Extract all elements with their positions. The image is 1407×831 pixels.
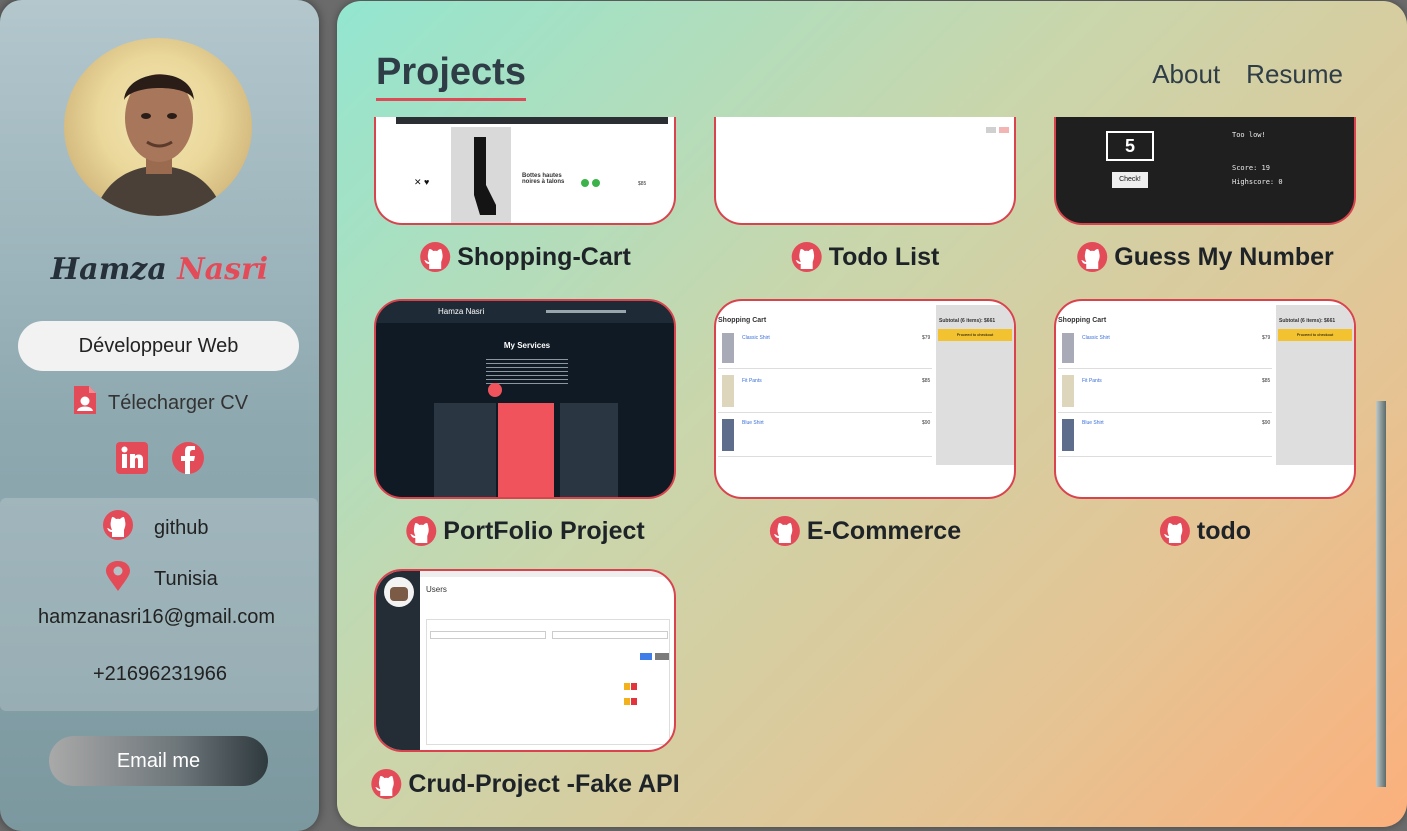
crud-title: Users bbox=[426, 585, 447, 594]
linkedin-icon[interactable] bbox=[114, 440, 150, 481]
email-me-button[interactable]: Email me bbox=[49, 736, 268, 786]
project-card-portfolio[interactable]: Hamza Nasri My Services bbox=[374, 299, 676, 499]
top-nav: About Resume bbox=[1152, 59, 1343, 90]
contact-info: github Tunisia hamzanasri16@gmail.com +2… bbox=[0, 498, 318, 711]
shop-item: Blue Shirt bbox=[1082, 420, 1104, 426]
project-name: Crud-Project -Fake API bbox=[408, 769, 680, 798]
shop-subtotal: Subtotal (6 items): $661 bbox=[1279, 318, 1336, 324]
github-icon bbox=[1077, 242, 1108, 272]
shop-item: Fit Pants bbox=[742, 378, 762, 384]
shop-price: $79 bbox=[922, 335, 931, 341]
guess-score: Score: 19 bbox=[1232, 164, 1270, 172]
project-card-guess-my-number[interactable]: 5 Check! Too low! Score: 19 Highscore: 0 bbox=[1054, 117, 1356, 225]
shop-title: Shopping Cart bbox=[718, 317, 767, 324]
download-cv-label: Télecharger CV bbox=[108, 391, 249, 414]
project-link-todo[interactable]: todo bbox=[1159, 515, 1251, 547]
location-label: Tunisia bbox=[154, 567, 218, 590]
guess-hint: Too low! bbox=[1232, 131, 1266, 139]
avatar bbox=[64, 38, 252, 216]
project-name: todo bbox=[1196, 516, 1252, 545]
shop-price: $85 bbox=[1262, 378, 1271, 384]
portfolio-brand: Hamza Nasri bbox=[438, 307, 485, 316]
role-badge: Développeur Web bbox=[18, 321, 299, 371]
shop-price: $85 bbox=[922, 378, 931, 384]
shop-item: Classic Shirt bbox=[1082, 335, 1110, 341]
project-name: Guess My Number bbox=[1114, 242, 1334, 271]
download-cv-link[interactable]: Télecharger CV bbox=[72, 386, 248, 420]
shop-checkout: Proceed to checkout bbox=[938, 329, 1012, 341]
phone-number: +21696231966 bbox=[93, 663, 228, 685]
project-link-guess-my-number[interactable]: Guess My Number bbox=[1076, 241, 1334, 273]
github-label: github bbox=[154, 516, 209, 539]
github-icon bbox=[791, 242, 822, 272]
project-link-e-commerce[interactable]: E-Commerce bbox=[769, 515, 961, 547]
shop-subtotal: Subtotal (6 items): $661 bbox=[939, 318, 996, 324]
boot-name: Bottes hautes noires à talons bbox=[522, 173, 565, 185]
shop-item: Fit Pants bbox=[1082, 378, 1102, 384]
social-links bbox=[114, 440, 206, 481]
location-row: Tunisia bbox=[104, 560, 218, 598]
project-card-crud[interactable]: Users bbox=[374, 569, 676, 752]
shop-price: $79 bbox=[1262, 335, 1271, 341]
page-title: Projects bbox=[376, 51, 526, 101]
profile-name: Hamza Nasri bbox=[0, 252, 319, 287]
github-icon bbox=[406, 516, 437, 546]
guess-number-display: 5 bbox=[1106, 131, 1154, 161]
shop-price: $90 bbox=[922, 420, 931, 426]
github-icon bbox=[371, 769, 402, 799]
guess-check-button: Check! bbox=[1112, 172, 1148, 188]
profile-sidebar: Hamza Nasri Développeur Web Télecharger … bbox=[0, 0, 319, 831]
project-name: Todo List bbox=[828, 242, 940, 271]
shop-item: Classic Shirt bbox=[742, 335, 770, 341]
shop-price: $90 bbox=[1262, 420, 1271, 426]
github-icon bbox=[769, 516, 800, 546]
project-link-portfolio[interactable]: PortFolio Project bbox=[405, 515, 645, 547]
github-link[interactable]: github bbox=[102, 509, 209, 547]
portfolio-heading: My Services bbox=[503, 341, 551, 350]
project-link-crud[interactable]: Crud-Project -Fake API bbox=[370, 768, 680, 800]
project-card-todo[interactable]: Shopping Cart Subtotal (6 items): $661 P… bbox=[1054, 299, 1356, 499]
github-icon bbox=[1159, 516, 1190, 546]
map-pin-icon bbox=[104, 560, 132, 598]
facebook-icon[interactable] bbox=[170, 440, 206, 481]
scrollbar[interactable] bbox=[1376, 401, 1386, 787]
document-user-icon bbox=[72, 384, 98, 422]
nav-resume[interactable]: Resume bbox=[1246, 59, 1343, 90]
shop-checkout: Proceed to checkout bbox=[1278, 329, 1352, 341]
nav-about[interactable]: About bbox=[1152, 59, 1220, 90]
project-card-e-commerce[interactable]: Shopping Cart Subtotal (6 items): $661 P… bbox=[714, 299, 1016, 499]
first-name: Hamza bbox=[50, 252, 167, 287]
project-card-shopping-cart[interactable]: ✕ ♥ Bottes hautes noires à talons $85 bbox=[374, 117, 676, 225]
last-name: Nasri bbox=[177, 252, 269, 287]
project-link-shopping-cart[interactable]: Shopping-Cart bbox=[419, 241, 631, 273]
shop-item: Blue Shirt bbox=[742, 420, 764, 426]
project-name: Shopping-Cart bbox=[457, 242, 631, 271]
guess-highscore: Highscore: 0 bbox=[1232, 178, 1283, 186]
projects-panel: Projects About Resume ✕ ♥ Bottes hautes … bbox=[337, 1, 1407, 827]
email-address[interactable]: hamzanasri16@gmail.com bbox=[38, 606, 275, 629]
project-card-todo-list[interactable] bbox=[714, 117, 1016, 225]
shop-title: Shopping Cart bbox=[1058, 317, 1107, 324]
project-link-todo-list[interactable]: Todo List bbox=[791, 241, 940, 273]
github-icon bbox=[420, 242, 451, 272]
project-name: PortFolio Project bbox=[443, 516, 645, 545]
github-icon bbox=[102, 509, 134, 547]
project-name: E-Commerce bbox=[806, 516, 962, 545]
